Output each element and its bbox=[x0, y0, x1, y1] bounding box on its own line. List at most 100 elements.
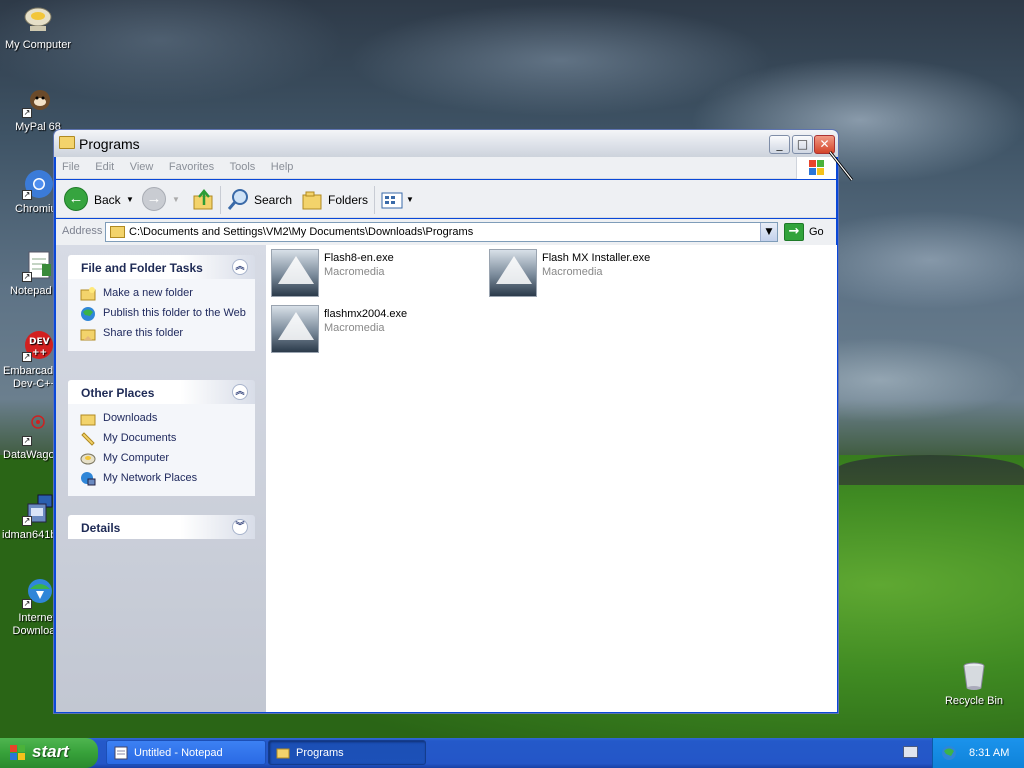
explorer-window: Programs _ □ ✕ File Edit View Favorites … bbox=[53, 129, 839, 714]
menu-help[interactable]: Help bbox=[265, 157, 300, 173]
place-downloads[interactable]: Downloads bbox=[80, 410, 255, 430]
search-button[interactable]: Search bbox=[226, 187, 292, 213]
network-icon bbox=[81, 472, 96, 486]
other-places-body: Downloads My Documents My Computer My Ne… bbox=[68, 404, 255, 496]
views-dropdown-icon: ▼ bbox=[406, 195, 414, 204]
shortcut-arrow-icon: ↗ bbox=[22, 108, 32, 118]
address-dropdown-icon[interactable]: ▼ bbox=[760, 223, 777, 241]
go-arrow-icon[interactable]: → bbox=[784, 223, 804, 241]
desktop-icon-my-computer[interactable]: My Computer bbox=[0, 4, 76, 52]
taskbar-item-programs[interactable]: Programs bbox=[268, 740, 426, 765]
file-folder-tasks-header[interactable]: File and Folder Tasks ︽ bbox=[68, 255, 255, 279]
menu-edit[interactable]: Edit bbox=[89, 157, 120, 173]
title-bar[interactable]: Programs _ □ ✕ bbox=[54, 130, 838, 157]
place-my-computer[interactable]: My Computer bbox=[80, 450, 255, 470]
place-my-network-places[interactable]: My Network Places bbox=[80, 470, 255, 490]
forward-button[interactable]: → ▼ bbox=[142, 187, 182, 213]
computer-icon bbox=[80, 453, 96, 465]
menu-tools[interactable]: Tools bbox=[224, 157, 262, 173]
windows-flag-icon bbox=[10, 745, 26, 761]
task-pane: File and Folder Tasks ︽ Make a new folde… bbox=[56, 245, 266, 712]
menu-file[interactable]: File bbox=[56, 157, 86, 173]
start-button[interactable]: start bbox=[0, 738, 98, 768]
file-folder-tasks-panel: File and Folder Tasks ︽ Make a new folde… bbox=[68, 255, 255, 351]
svg-text:++: ++ bbox=[32, 348, 47, 358]
macromedia-installer-icon bbox=[489, 249, 537, 297]
file-folder-tasks-body: Make a new folder Publish this folder to… bbox=[68, 279, 255, 351]
other-places-header[interactable]: Other Places ︽ bbox=[68, 380, 255, 404]
back-dropdown-icon[interactable]: ▼ bbox=[126, 187, 134, 213]
installer-icon: ↗ bbox=[22, 494, 54, 526]
folders-button[interactable]: Folders bbox=[300, 187, 370, 213]
folder-icon bbox=[110, 226, 125, 238]
system-tray: 8:31 AM bbox=[932, 738, 1024, 768]
task-publish-folder[interactable]: Publish this folder to the Web bbox=[80, 305, 255, 325]
menu-bar: File Edit View Favorites Tools Help bbox=[56, 157, 836, 179]
folder-icon bbox=[59, 136, 75, 149]
file-item[interactable]: Flash MX Installer.exe Macromedia bbox=[489, 249, 699, 299]
menu-view[interactable]: View bbox=[124, 157, 160, 173]
folders-icon bbox=[302, 191, 322, 210]
my-documents-icon bbox=[81, 432, 95, 446]
clock[interactable]: 8:31 AM bbox=[969, 747, 1009, 759]
menu-favorites[interactable]: Favorites bbox=[163, 157, 220, 173]
up-button[interactable] bbox=[192, 187, 218, 213]
folder-icon bbox=[276, 748, 290, 759]
globe-icon bbox=[81, 307, 95, 321]
devcpp-icon: DEV ++ ↗ bbox=[22, 330, 54, 362]
window-title: Programs bbox=[79, 136, 140, 152]
other-places-panel: Other Places ︽ Downloads My Documents My… bbox=[68, 380, 255, 496]
address-bar: Address C:\Documents and Settings\VM2\My… bbox=[56, 219, 836, 245]
toolbar-separator bbox=[220, 186, 221, 214]
back-button[interactable]: ← Back ▼ bbox=[64, 187, 134, 213]
address-label: Address bbox=[62, 225, 103, 237]
task-share-folder[interactable]: Share this folder bbox=[80, 325, 255, 345]
computer-icon bbox=[22, 4, 54, 36]
mouse-cursor-icon bbox=[828, 151, 854, 181]
collapse-icon[interactable]: ︽ bbox=[232, 259, 248, 275]
minimize-button[interactable]: _ bbox=[769, 135, 790, 154]
address-path: C:\Documents and Settings\VM2\My Documen… bbox=[129, 226, 474, 238]
mypal-icon: ↗ bbox=[22, 86, 54, 118]
file-list: Flash8-en.exe Macromedia Flash MX Instal… bbox=[266, 245, 837, 712]
windows-flag-icon bbox=[809, 160, 825, 176]
expand-icon[interactable]: ︾ bbox=[232, 519, 248, 535]
internet-download-icon: ↗ bbox=[22, 577, 54, 609]
notepad-icon: ↗ bbox=[22, 250, 54, 282]
shortcut-arrow-icon: ↗ bbox=[22, 190, 32, 200]
collapse-icon[interactable]: ︽ bbox=[232, 384, 248, 400]
views-button[interactable]: ▼ bbox=[380, 187, 416, 213]
chromium-icon: ↗ bbox=[22, 168, 54, 200]
back-arrow-icon: ← bbox=[64, 187, 88, 211]
file-item[interactable]: flashmx2004.exe Macromedia bbox=[271, 305, 481, 355]
shortcut-arrow-icon: ↗ bbox=[22, 272, 32, 282]
file-item[interactable]: Flash8-en.exe Macromedia bbox=[271, 249, 481, 299]
macromedia-installer-icon bbox=[271, 305, 319, 353]
new-folder-icon bbox=[80, 287, 96, 301]
keyboard-icon[interactable] bbox=[903, 746, 918, 758]
forward-arrow-icon: → bbox=[142, 187, 166, 211]
shortcut-arrow-icon: ↗ bbox=[22, 352, 32, 362]
shortcut-arrow-icon: ↗ bbox=[22, 599, 32, 609]
details-header[interactable]: Details ︾ bbox=[68, 515, 255, 539]
address-input[interactable]: C:\Documents and Settings\VM2\My Documen… bbox=[105, 222, 778, 242]
details-panel: Details ︾ bbox=[68, 515, 255, 539]
desktop-icon-mypal[interactable]: ↗ MyPal 68 bbox=[0, 86, 76, 134]
taskbar-item-notepad[interactable]: Untitled - Notepad bbox=[106, 740, 266, 765]
svg-text:DEV: DEV bbox=[29, 337, 50, 347]
toolbar-separator bbox=[374, 186, 375, 214]
datawagon-icon: ↗ bbox=[22, 414, 54, 446]
shortcut-arrow-icon: ↗ bbox=[22, 436, 32, 446]
wallpaper-ridge bbox=[836, 455, 1024, 485]
go-button[interactable]: Go bbox=[809, 226, 824, 238]
macromedia-installer-icon bbox=[271, 249, 319, 297]
folder-up-icon bbox=[193, 189, 213, 210]
views-icon bbox=[381, 192, 403, 209]
notepad-icon bbox=[114, 746, 128, 760]
desktop-icon-recycle-bin[interactable]: Recycle Bin bbox=[936, 660, 1012, 708]
task-make-new-folder[interactable]: Make a new folder bbox=[80, 285, 255, 305]
network-tray-icon[interactable] bbox=[941, 745, 957, 761]
shortcut-arrow-icon: ↗ bbox=[22, 516, 32, 526]
place-my-documents[interactable]: My Documents bbox=[80, 430, 255, 450]
maximize-button[interactable]: □ bbox=[792, 135, 813, 154]
